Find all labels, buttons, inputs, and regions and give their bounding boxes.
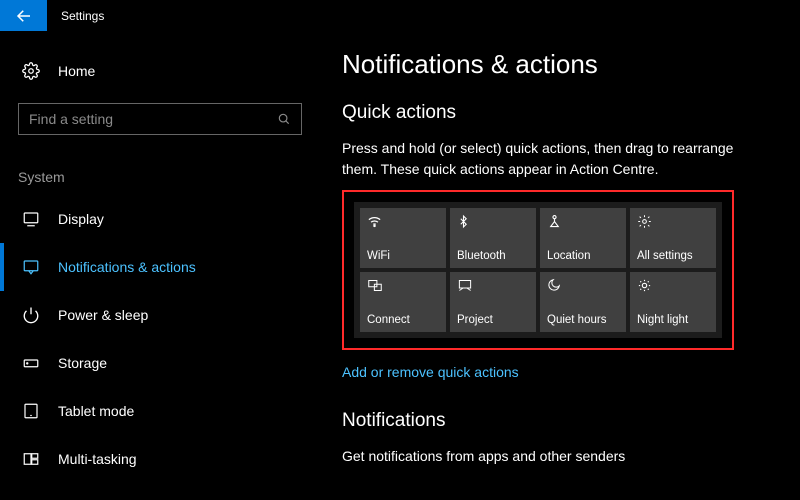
connect-icon [367, 278, 439, 294]
notification-icon [22, 258, 40, 276]
tile-location[interactable]: Location [540, 208, 626, 268]
tile-label: All settings [637, 250, 709, 262]
sun-icon [637, 278, 709, 294]
notifications-description: Get notifications from apps and other se… [342, 446, 772, 467]
sidebar-item-label: Power & sleep [58, 307, 148, 323]
tile-wifi[interactable]: WiFi [360, 208, 446, 268]
project-icon [457, 278, 529, 294]
sidebar: Home Find a setting System Display Notif… [0, 31, 320, 500]
gear-icon [22, 62, 40, 80]
sidebar-item-label: Notifications & actions [58, 259, 196, 275]
bluetooth-icon [457, 214, 529, 230]
sidebar-item-display[interactable]: Display [0, 195, 320, 243]
power-icon [22, 306, 40, 324]
wifi-icon [367, 214, 439, 230]
section-heading-notifications: Notifications [342, 410, 780, 432]
search-placeholder: Find a setting [29, 111, 113, 127]
multitasking-icon [22, 450, 40, 468]
sidebar-item-tablet[interactable]: Tablet mode [0, 387, 320, 435]
back-button[interactable] [0, 0, 47, 31]
tile-all-settings[interactable]: All settings [630, 208, 716, 268]
home-button[interactable]: Home [0, 49, 320, 93]
tile-connect[interactable]: Connect [360, 272, 446, 332]
sidebar-item-multitasking[interactable]: Multi-tasking [0, 435, 320, 483]
tile-night-light[interactable]: Night light [630, 272, 716, 332]
tile-label: Connect [367, 314, 439, 326]
sidebar-item-label: Display [58, 211, 104, 227]
sidebar-item-label: Storage [58, 355, 107, 371]
sidebar-item-label: Multi-tasking [58, 451, 137, 467]
quick-actions-highlight: WiFi Bluetooth Location [342, 190, 734, 350]
tile-label: Location [547, 250, 619, 262]
sidebar-item-label: Tablet mode [58, 403, 134, 419]
display-icon [22, 210, 40, 228]
group-title-system: System [0, 143, 320, 195]
section-heading-quick-actions: Quick actions [342, 102, 780, 124]
storage-icon [22, 354, 40, 372]
arrow-left-icon [15, 7, 33, 25]
tablet-icon [22, 402, 40, 420]
sidebar-item-notifications[interactable]: Notifications & actions [0, 243, 320, 291]
tile-quiet-hours[interactable]: Quiet hours [540, 272, 626, 332]
home-label: Home [58, 63, 95, 79]
gear-icon [637, 214, 709, 230]
location-icon [547, 214, 619, 230]
tile-label: WiFi [367, 250, 439, 262]
add-remove-quick-actions-link[interactable]: Add or remove quick actions [342, 364, 519, 380]
title-bar: Settings [0, 0, 800, 31]
sidebar-item-power[interactable]: Power & sleep [0, 291, 320, 339]
tile-label: Night light [637, 314, 709, 326]
quick-actions-description: Press and hold (or select) quick actions… [342, 138, 772, 180]
tile-label: Project [457, 314, 529, 326]
tile-bluetooth[interactable]: Bluetooth [450, 208, 536, 268]
tile-label: Quiet hours [547, 314, 619, 326]
tile-project[interactable]: Project [450, 272, 536, 332]
tile-label: Bluetooth [457, 250, 529, 262]
main-panel: Notifications & actions Quick actions Pr… [320, 31, 800, 500]
search-input[interactable]: Find a setting [18, 103, 302, 135]
quick-actions-grid: WiFi Bluetooth Location [360, 208, 716, 332]
app-title: Settings [47, 9, 104, 23]
page-title: Notifications & actions [342, 49, 780, 80]
sidebar-item-storage[interactable]: Storage [0, 339, 320, 387]
moon-icon [547, 278, 619, 294]
search-icon [277, 112, 291, 126]
